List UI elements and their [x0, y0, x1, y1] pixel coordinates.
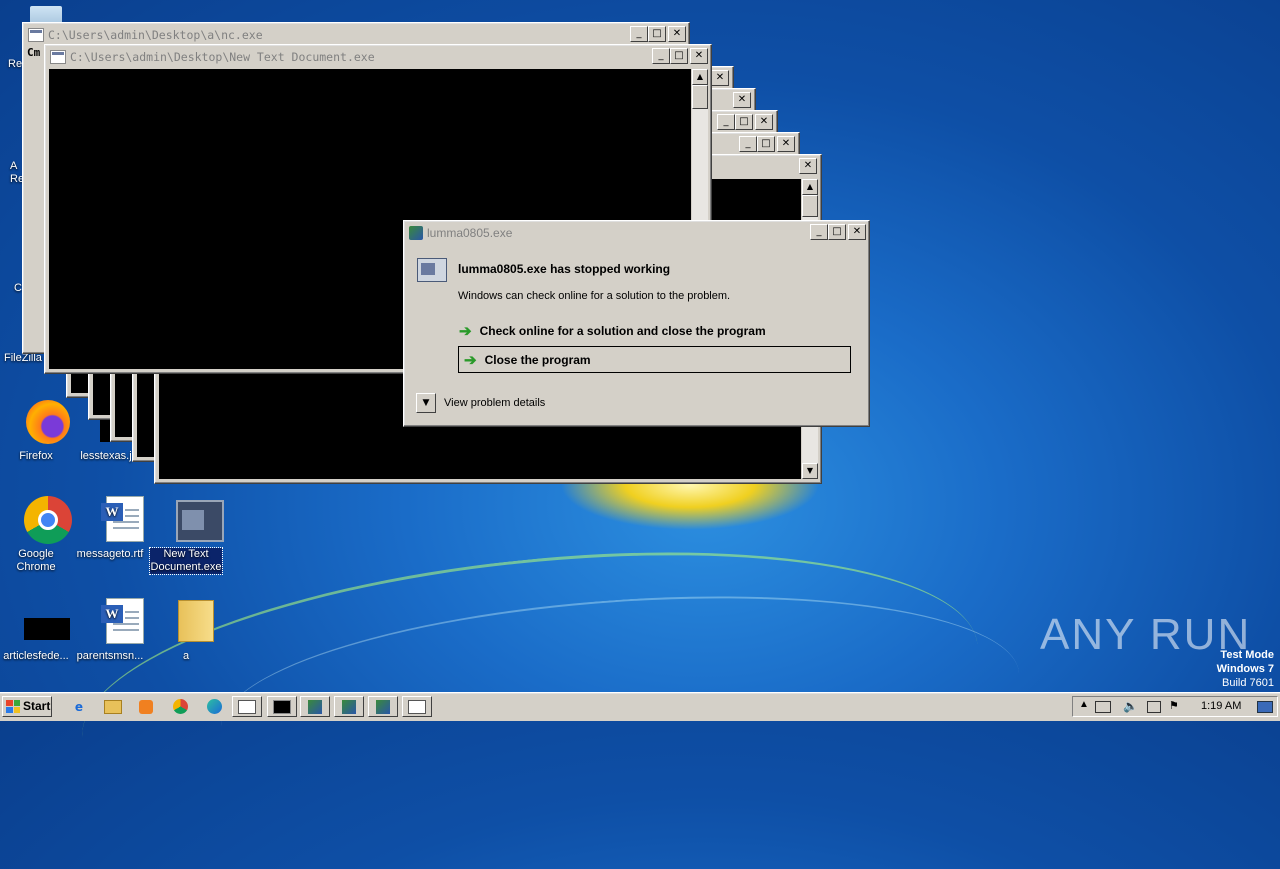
- taskbar-ie-icon[interactable]: e: [64, 696, 94, 717]
- taskbar-lumma-icon[interactable]: [334, 696, 364, 717]
- close-button[interactable]: ✕: [690, 48, 708, 64]
- taskbar-window-icon[interactable]: [232, 696, 262, 717]
- watermark-line: Test Mode: [1220, 649, 1274, 661]
- scroll-up-arrow-icon[interactable]: ▲: [692, 69, 708, 85]
- console-icon: [28, 28, 44, 42]
- windows-flag-icon: [6, 700, 20, 713]
- console-text: Cm: [27, 46, 41, 59]
- taskbar-lumma-icon[interactable]: [368, 696, 398, 717]
- desktop-icon-articlesfede[interactable]: articlesfede...: [0, 598, 72, 663]
- option-label: Close the program: [484, 352, 591, 367]
- dialog-heading: lumma0805.exe has stopped working: [458, 262, 671, 276]
- taskbar-edge-icon[interactable]: [199, 696, 229, 717]
- taskbar-chrome-icon[interactable]: [165, 696, 195, 717]
- desktop-icon-new-text-document[interactable]: New Text Document.exe: [149, 496, 224, 575]
- volume-icon[interactable]: 🔈: [1123, 699, 1138, 713]
- minimize-button[interactable]: _: [652, 48, 670, 64]
- folder-icon: [162, 598, 214, 646]
- maximize-button[interactable]: □: [828, 224, 846, 240]
- chevron-down-icon[interactable]: ▼: [416, 393, 436, 413]
- watermark-line: Windows 7: [1216, 663, 1274, 675]
- network-icon[interactable]: [1147, 701, 1161, 713]
- firefox-icon: [12, 398, 70, 446]
- dialog-message: Windows can check online for a solution …: [458, 290, 731, 302]
- show-desktop-icon[interactable]: [1257, 701, 1273, 713]
- desktop-icon-label: messageto.rtf: [76, 548, 144, 560]
- desktop-icon-label: Google Chrome: [16, 548, 56, 573]
- test-mode-watermark: Test Mode Windows 7 Build 7601: [1217, 648, 1274, 690]
- window-title: C:\Users\admin\Desktop\a\nc.exe: [48, 28, 263, 42]
- start-label: Start: [23, 699, 51, 713]
- watermark-line: Build 7601: [1222, 677, 1274, 689]
- desktop-icon-messageto[interactable]: W messageto.rtf: [74, 496, 146, 561]
- view-details-label: View problem details: [444, 397, 546, 409]
- desktop-icon-firefox[interactable]: Firefox: [0, 398, 72, 463]
- action-center-icon[interactable]: [1095, 701, 1111, 713]
- desktop-icon-label: New Text Document.exe: [149, 547, 223, 575]
- green-arrow-icon: ➔: [459, 323, 472, 340]
- option-label: Check online for a solution and close th…: [479, 324, 766, 338]
- console-titlebar[interactable]: C:\Users\admin\Desktop\New Text Document…: [48, 48, 708, 66]
- maximize-button[interactable]: □: [670, 48, 688, 64]
- scroll-thumb[interactable]: [692, 85, 708, 109]
- error-dialog[interactable]: lumma0805.exe _ □ ✕ lumma0805.exe has st…: [403, 220, 870, 427]
- scroll-up-arrow-icon[interactable]: ▲: [802, 179, 818, 195]
- desktop-icon-label: Firefox: [19, 450, 53, 462]
- window-title: C:\Users\admin\Desktop\New Text Document…: [70, 50, 375, 64]
- console-titlebar[interactable]: C:\Users\admin\Desktop\a\nc.exe _ □ ✕: [26, 26, 686, 44]
- taskbar-cmd-icon[interactable]: [267, 696, 297, 717]
- taskbar-explorer-icon[interactable]: [98, 696, 128, 717]
- desktop-icon-parentsmsn[interactable]: W parentsmsn...: [74, 598, 146, 663]
- word-doc-icon: W: [86, 496, 144, 544]
- desktop-icon-label: a: [182, 650, 190, 662]
- lumma-app-icon: [409, 226, 423, 240]
- console-icon: [50, 50, 66, 64]
- close-button[interactable]: ✕: [799, 158, 817, 174]
- minimize-button[interactable]: _: [810, 224, 828, 240]
- minimize-button[interactable]: _: [717, 114, 735, 130]
- maximize-button[interactable]: □: [648, 26, 666, 42]
- dialog-titlebar[interactable]: lumma0805.exe _ □ ✕: [407, 224, 866, 242]
- close-button[interactable]: ✕: [848, 224, 866, 240]
- desktop-icon-label: articlesfede...: [3, 650, 69, 662]
- taskbar-window-icon[interactable]: [402, 696, 432, 717]
- start-button[interactable]: Start: [2, 696, 52, 717]
- program-window-icon: [417, 258, 447, 282]
- close-button[interactable]: ✕: [777, 136, 795, 152]
- desktop-icon-folder-a[interactable]: a: [150, 598, 222, 663]
- minimize-button[interactable]: _: [739, 136, 757, 152]
- system-tray: ▲ 🔈 ⚑ 1:19 AM: [1072, 696, 1278, 717]
- taskbar-lumma-icon[interactable]: [300, 696, 330, 717]
- minimize-button[interactable]: _: [630, 26, 648, 42]
- black-file-icon: [12, 598, 70, 646]
- close-button[interactable]: ✕: [755, 114, 773, 130]
- maximize-button[interactable]: □: [735, 114, 753, 130]
- close-button[interactable]: ✕: [733, 92, 751, 108]
- close-program-option[interactable]: ➔ Close the program: [458, 346, 851, 373]
- desktop-icon-label: parentsmsn...: [76, 650, 144, 662]
- maximize-button[interactable]: □: [757, 136, 775, 152]
- check-online-option[interactable]: ➔ Check online for a solution and close …: [459, 321, 766, 341]
- taskbar: Start e ▲ 🔈 ⚑ 1:19 AM: [0, 692, 1280, 721]
- dialog-title: lumma0805.exe: [427, 226, 513, 240]
- close-button[interactable]: ✕: [668, 26, 686, 42]
- chrome-icon: [12, 496, 72, 544]
- word-doc-icon: W: [86, 598, 144, 646]
- desktop-icon-chrome[interactable]: Google Chrome: [0, 496, 72, 574]
- scroll-down-arrow-icon[interactable]: ▼: [802, 463, 818, 479]
- scroll-thumb[interactable]: [802, 195, 818, 217]
- taskbar-media-player-icon[interactable]: [131, 696, 161, 717]
- tray-expand-icon[interactable]: ▲: [1079, 699, 1089, 710]
- flag-icon[interactable]: ⚑: [1169, 699, 1179, 712]
- clock[interactable]: 1:19 AM: [1201, 700, 1241, 712]
- exe-window-icon: [162, 496, 224, 544]
- view-details-toggle[interactable]: ▼ View problem details: [416, 393, 545, 413]
- close-button[interactable]: ✕: [711, 70, 729, 86]
- green-arrow-icon: ➔: [464, 351, 477, 369]
